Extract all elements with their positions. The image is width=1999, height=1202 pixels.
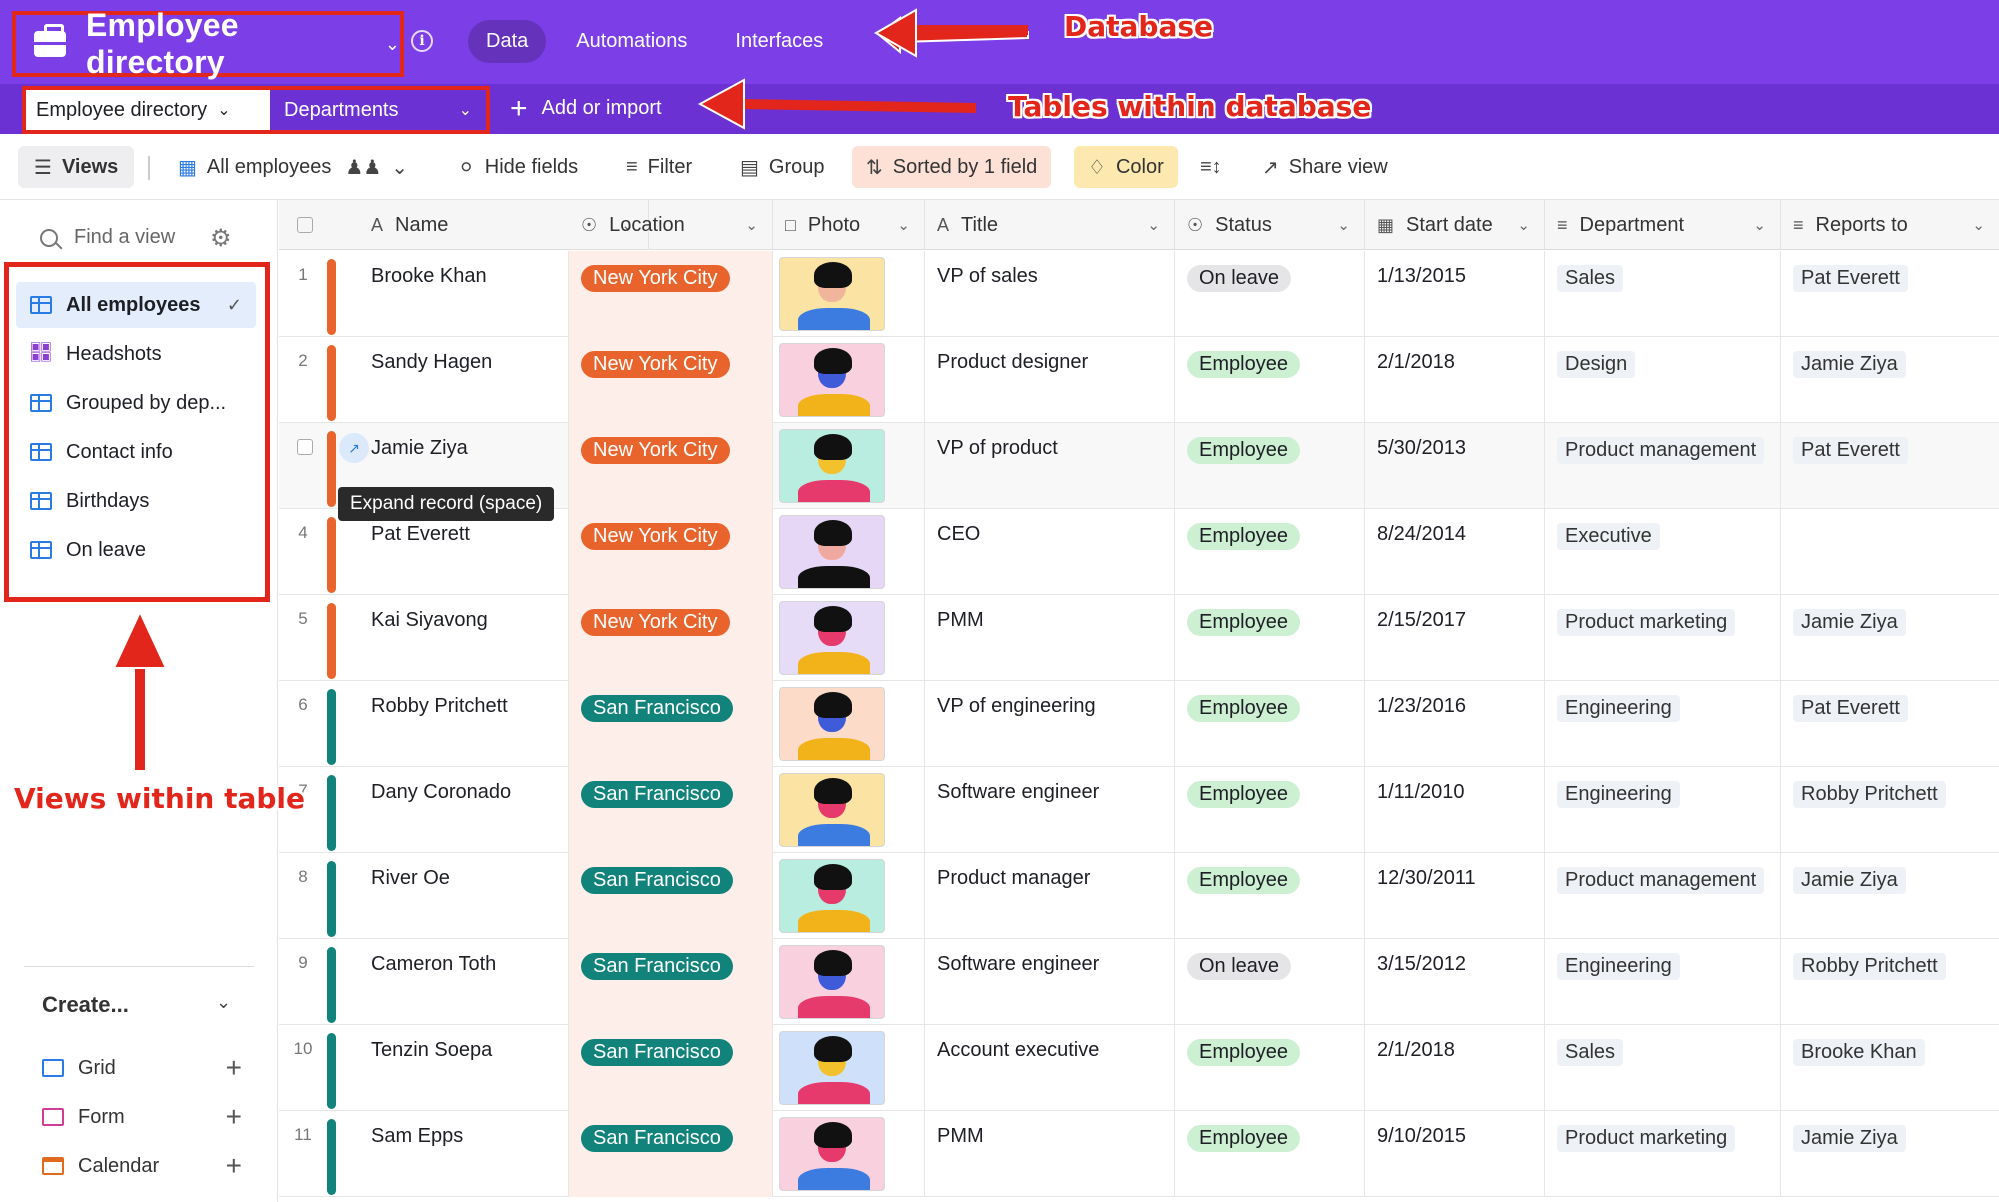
tables-arrow-head (697, 78, 745, 130)
tables-arrow-body (739, 99, 977, 113)
annotation-tables: Tables within database (1008, 90, 1372, 123)
annotation-database: Database (1064, 10, 1214, 43)
views-arrow-head (112, 609, 168, 669)
annotation-views: Views within table (14, 782, 306, 815)
annotation-arrows (112, 8, 1029, 770)
